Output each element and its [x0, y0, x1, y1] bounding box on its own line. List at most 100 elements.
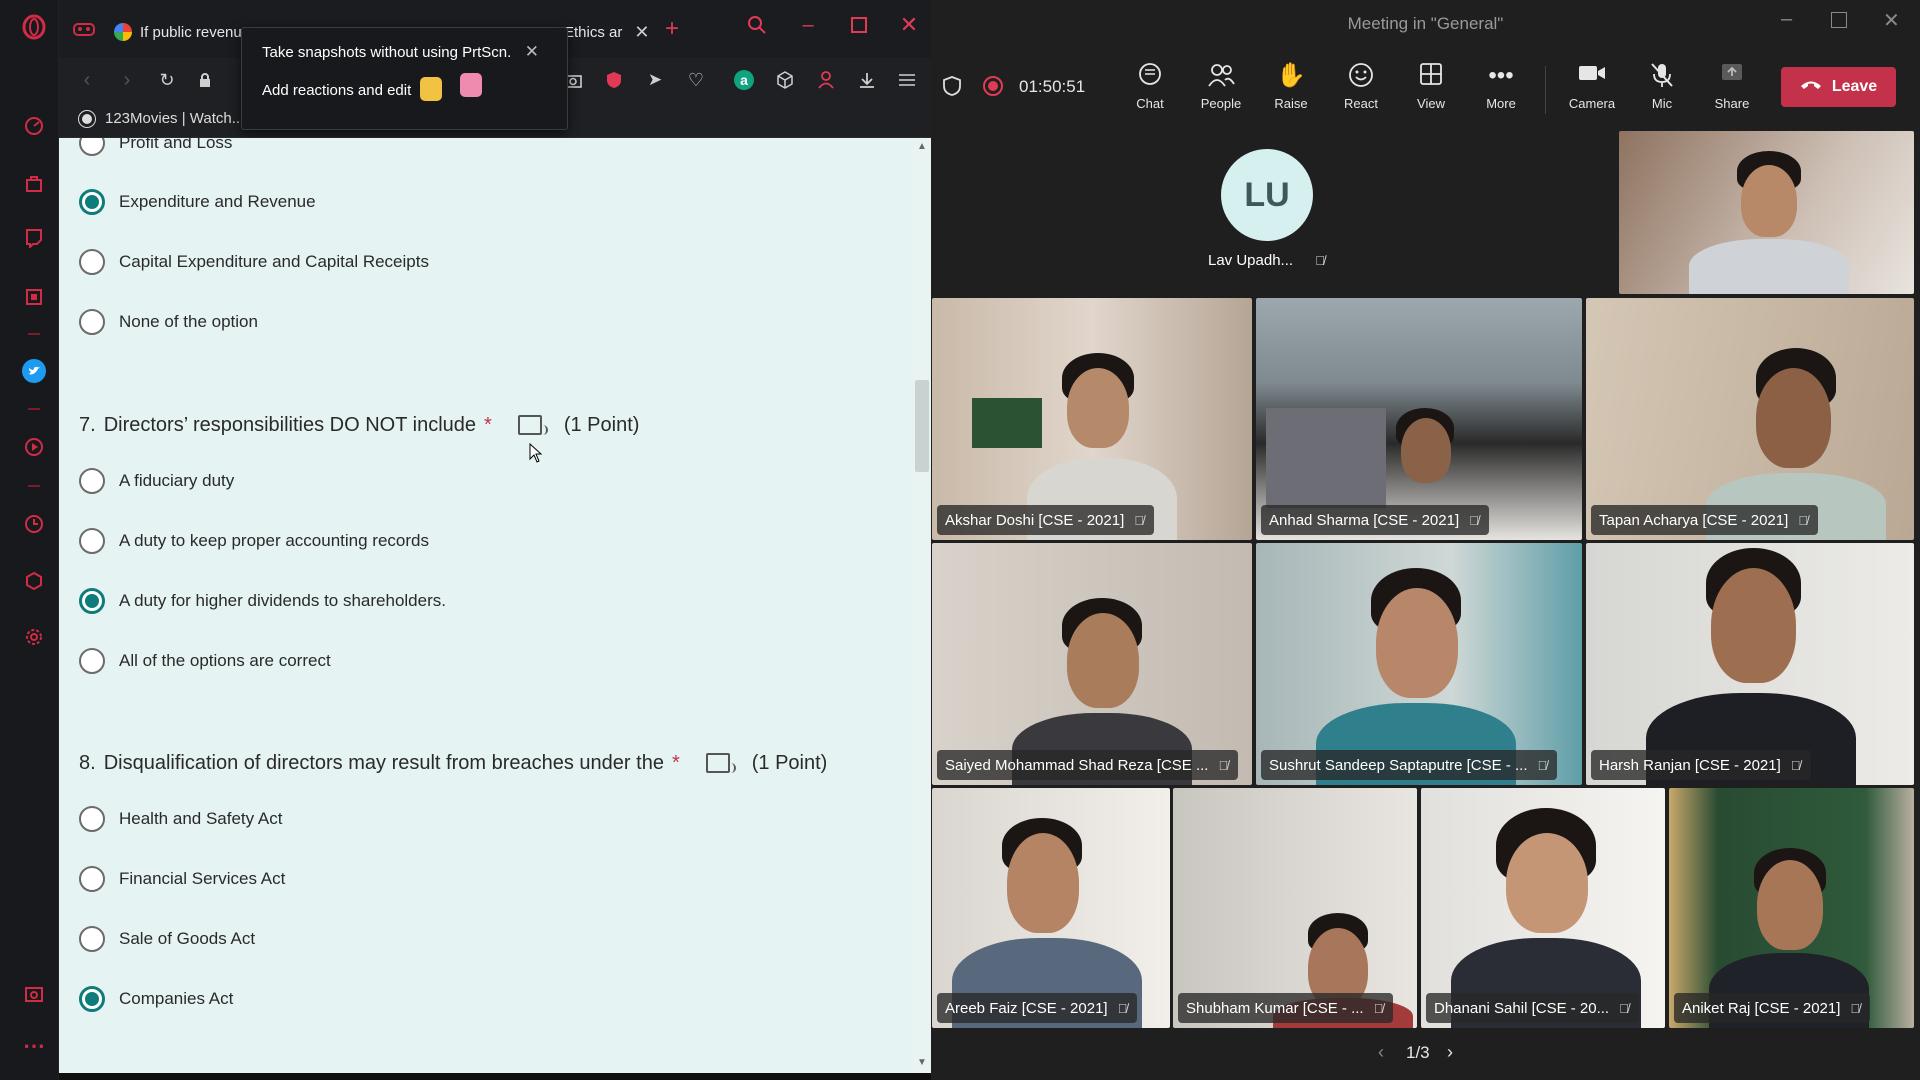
people-button[interactable]: People: [1193, 62, 1249, 122]
option-profit-and-loss[interactable]: Profit and Loss: [79, 138, 232, 158]
camera-button[interactable]: Camera: [1564, 62, 1620, 122]
previous-page-chevron-icon[interactable]: ‹: [1378, 1042, 1384, 1063]
scroll-down-arrow-icon[interactable]: ▼: [917, 1057, 927, 1068]
radio-button[interactable]: [79, 806, 105, 832]
scrollbar-track[interactable]: [913, 138, 931, 1073]
radio-button-selected[interactable]: [79, 588, 105, 614]
shopping-bag-icon[interactable]: [20, 169, 48, 197]
reload-icon[interactable]: ↻: [155, 68, 179, 92]
chat-button[interactable]: Chat: [1122, 62, 1178, 122]
maximize-icon[interactable]: [1831, 12, 1847, 28]
close-window-icon[interactable]: ✕: [1883, 8, 1900, 33]
video-tile[interactable]: Akshar Doshi [CSE - 2021] 🎙̸: [932, 298, 1252, 540]
q8-option-3[interactable]: Sale of Goods Act: [79, 924, 255, 954]
participant-avatar[interactable]: LU: [1221, 149, 1313, 241]
video-tile[interactable]: Sushrut Sandeep Saptaputre [CSE - ... 🎙̸: [1256, 543, 1582, 785]
video-tile[interactable]: Anhad Sharma [CSE - 2021] 🎙̸: [1256, 298, 1582, 540]
crypto-wallet-icon[interactable]: [20, 283, 48, 311]
video-tile[interactable]: Aniket Raj [CSE - 2021] 🎙̸: [1669, 788, 1914, 1028]
minimize-icon[interactable]: –: [795, 12, 821, 38]
q8-option-4[interactable]: Companies Act: [79, 984, 233, 1014]
radio-button[interactable]: [79, 528, 105, 554]
snapshot-icon[interactable]: [20, 980, 48, 1008]
radio-button-selected[interactable]: [79, 189, 105, 215]
new-tab-plus-icon[interactable]: +: [659, 15, 685, 42]
radio-button[interactable]: [79, 468, 105, 494]
self-video-tile[interactable]: [1619, 131, 1914, 294]
q7-option-1[interactable]: A fiduciary duty: [79, 466, 234, 496]
close-window-icon[interactable]: ✕: [896, 12, 922, 38]
mic-muted-icon: 🎙̸: [1117, 1000, 1128, 1016]
scroll-up-arrow-icon[interactable]: ▲: [917, 141, 927, 152]
close-icon[interactable]: ✕: [525, 42, 539, 62]
q7-option-4[interactable]: All of the options are correct: [79, 646, 331, 676]
heart-icon[interactable]: ♡: [684, 68, 708, 92]
opera-logo-icon[interactable]: [20, 13, 48, 41]
control-label: Chat: [1136, 96, 1164, 111]
more-dots-icon[interactable]: ⋯: [20, 1032, 48, 1060]
raise-hand-button[interactable]: ✋ Raise: [1263, 62, 1319, 122]
video-tile[interactable]: Areeb Faiz [CSE - 2021] 🎙̸: [932, 788, 1170, 1028]
easy-setup-icon[interactable]: [895, 68, 919, 92]
view-button[interactable]: View: [1403, 62, 1459, 122]
option-label: A duty to keep proper accounting records: [119, 531, 429, 550]
video-tile[interactable]: Harsh Ranjan [CSE - 2021] 🎙̸: [1586, 543, 1914, 785]
option-none[interactable]: None of the option: [79, 307, 258, 337]
maximize-icon[interactable]: [846, 12, 872, 38]
more-button[interactable]: ••• More: [1473, 62, 1529, 122]
extensions-cube-icon[interactable]: [773, 68, 797, 92]
immersive-reader-icon[interactable]: [517, 415, 548, 435]
next-page-chevron-icon[interactable]: ›: [1447, 1042, 1453, 1063]
minimize-icon[interactable]: –: [1781, 8, 1792, 31]
forward-icon[interactable]: ›: [115, 68, 139, 92]
extensions-icon[interactable]: [20, 567, 48, 595]
participant-name-tag: Sushrut Sandeep Saptaputre [CSE - ... 🎙̸: [1261, 750, 1558, 780]
leave-button[interactable]: Leave: [1781, 67, 1896, 107]
option-capital-expenditure[interactable]: Capital Expenditure and Capital Receipts: [79, 247, 429, 277]
close-icon[interactable]: ✕: [634, 22, 649, 43]
radio-button-selected[interactable]: [79, 986, 105, 1012]
settings-gear-icon[interactable]: [20, 623, 48, 651]
twitch-icon[interactable]: [20, 224, 48, 252]
history-icon[interactable]: [20, 510, 48, 538]
radio-button[interactable]: [79, 926, 105, 952]
radio-button[interactable]: [79, 648, 105, 674]
profile-icon[interactable]: [814, 68, 838, 92]
question-number: 8.: [79, 751, 96, 774]
send-icon[interactable]: ➤: [643, 68, 667, 92]
tab-ethics[interactable]: Ethics ar ✕: [564, 14, 649, 50]
tab-manager-icon[interactable]: [71, 16, 97, 42]
q7-option-2[interactable]: A duty to keep proper accounting records: [79, 526, 429, 556]
video-tile[interactable]: Dhanani Sahil [CSE - 20... 🎙̸: [1421, 788, 1665, 1028]
back-icon[interactable]: ‹: [75, 68, 99, 92]
adblock-shield-icon[interactable]: [602, 68, 626, 92]
extension-a-icon[interactable]: a: [732, 68, 756, 92]
share-button[interactable]: Share: [1704, 62, 1760, 122]
video-tile[interactable]: Saiyed Mohammad Shad Reza [CSE ... 🎙̸: [932, 543, 1252, 785]
video-tile[interactable]: Shubham Kumar [CSE - ... 🎙̸: [1173, 788, 1417, 1028]
scrollbar-thumb[interactable]: [915, 380, 929, 472]
immersive-reader-icon[interactable]: [705, 753, 736, 773]
radio-button[interactable]: [79, 138, 105, 156]
option-expenditure-revenue[interactable]: Expenditure and Revenue: [79, 187, 316, 217]
tab-public-revenue[interactable]: If public revenu: [114, 14, 242, 50]
radio-button[interactable]: [79, 249, 105, 275]
q8-option-2[interactable]: Financial Services Act: [79, 864, 285, 894]
radio-button[interactable]: [79, 309, 105, 335]
mic-button[interactable]: Mic: [1634, 62, 1690, 122]
grid-view-icon: [1419, 62, 1443, 90]
control-label: Camera: [1568, 96, 1616, 111]
q8-option-1[interactable]: Health and Safety Act: [79, 804, 283, 834]
radio-button[interactable]: [79, 866, 105, 892]
twitter-icon[interactable]: [20, 357, 48, 385]
q7-option-3[interactable]: A duty for higher dividends to sharehold…: [79, 586, 446, 616]
speed-dial-icon[interactable]: [20, 112, 48, 140]
mic-muted-icon: 🎙̸: [1218, 757, 1229, 773]
search-icon[interactable]: [744, 12, 770, 38]
player-icon[interactable]: [20, 433, 48, 461]
bookmark-123movies[interactable]: 123Movies | Watch...: [78, 109, 244, 128]
react-button[interactable]: React: [1333, 62, 1389, 122]
video-tile[interactable]: Tapan Acharya [CSE - 2021] 🎙̸: [1586, 298, 1914, 540]
participant-name-tag: Saiyed Mohammad Shad Reza [CSE ... 🎙̸: [937, 750, 1239, 780]
download-icon[interactable]: [855, 68, 879, 92]
